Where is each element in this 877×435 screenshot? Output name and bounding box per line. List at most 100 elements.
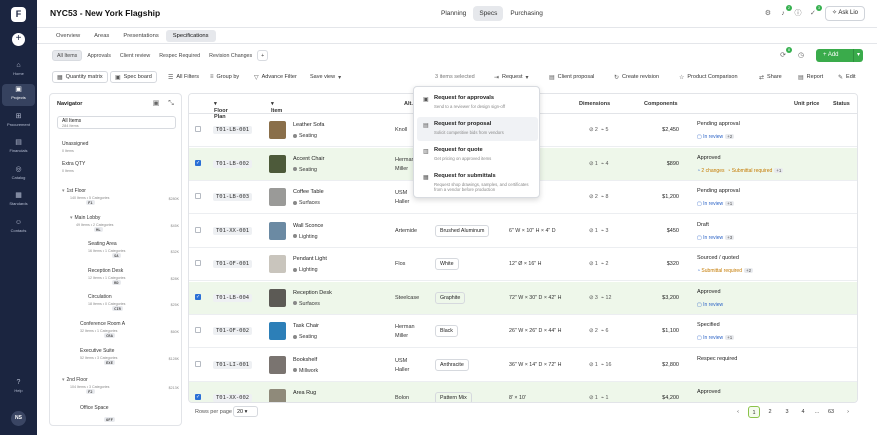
rows-per-page-select[interactable]: 20 ▾ xyxy=(233,406,258,417)
prev-page-icon[interactable]: ‹ xyxy=(732,406,744,418)
bell-icon[interactable]: ♪ 2 xyxy=(777,4,792,20)
group-by-button[interactable]: ≡ Group by xyxy=(210,71,239,83)
item-components[interactable]: ⊘ 2 ⌁ 5 xyxy=(589,127,608,133)
nav-node-circulation[interactable]: CIR Circulation 18 Items • 0 Categories $25… xyxy=(88,294,179,311)
filter-revision-changes[interactable]: Revision Changes xyxy=(205,51,256,62)
nav-node-reception-desk[interactable]: RD Reception Desk 12 Items • 1 Categories $… xyxy=(88,268,179,285)
row-checkbox[interactable] xyxy=(195,226,201,233)
item-components[interactable]: ⊘ 2 ⌁ 8 xyxy=(589,194,608,200)
item-name[interactable]: Leather Sofa xyxy=(293,122,325,128)
request-submittals-item[interactable]: ▦ Request for submittals Request shop draw… xyxy=(417,169,538,196)
table-row[interactable]: T01-XX-001 Wall Sconce Lighting Artemide Bru… xyxy=(189,215,857,248)
page-63[interactable]: 63 xyxy=(825,406,837,418)
item-code[interactable]: T01-XX-001 xyxy=(213,226,253,235)
client-proposal-button[interactable]: ▤ Client proposal xyxy=(549,71,594,83)
nav-contacts[interactable]: ☺ Contacts xyxy=(2,217,35,239)
item-name[interactable]: Bookshelf xyxy=(293,357,317,363)
nav-node-office-space[interactable]: OFF Office Space xyxy=(80,405,115,422)
status-badge[interactable]: Specified xyxy=(697,322,720,328)
nav-node-conference-room-a[interactable]: CRA Conference Room A 32 Items • 1 Categor… xyxy=(80,321,179,338)
status-badge[interactable]: Approved xyxy=(697,289,721,295)
tasks-icon[interactable]: ✓ 3 xyxy=(807,4,822,20)
sync-icon[interactable]: ⟳ 8 xyxy=(777,47,792,62)
share-button[interactable]: ⇄ Share xyxy=(759,71,782,83)
product-comparison-button[interactable]: ☆ Product Comparison xyxy=(679,71,738,83)
item-name[interactable]: Wall Sconce xyxy=(293,223,323,229)
tab-specifications[interactable]: Specifications xyxy=(165,30,216,42)
review-pill[interactable]: ▢ In review +1 xyxy=(697,335,735,341)
request-approvals-item[interactable]: ▣ Request for approvals Send to a reviewer… xyxy=(417,91,538,115)
item-finish[interactable]: Brushed Aluminum xyxy=(435,224,490,237)
item-name[interactable]: Accent Chair xyxy=(293,156,325,162)
row-checkbox[interactable] xyxy=(195,327,201,333)
panel-icon[interactable]: ▣ xyxy=(150,98,162,110)
item-code[interactable]: T01-OF-001 xyxy=(213,260,253,268)
col-components[interactable]: Components xyxy=(644,101,678,107)
status-badge[interactable]: Approved xyxy=(697,389,721,395)
col-unit-price[interactable]: Unit price xyxy=(794,101,819,107)
nav-standards[interactable]: ▦ Standards xyxy=(2,190,35,212)
row-checkbox[interactable] xyxy=(195,193,201,199)
save-view-button[interactable]: Save view ▾ xyxy=(310,71,344,83)
review-pill[interactable]: ▢ In review +3 xyxy=(697,234,735,241)
advance-filter-button[interactable]: ▽ Advance Filter xyxy=(254,71,297,83)
add-filter-tab-button[interactable]: + xyxy=(257,50,269,61)
item-code[interactable]: T01-OF-002 xyxy=(213,327,253,335)
sliders-icon[interactable]: ⚙ xyxy=(762,8,774,20)
row-checkbox[interactable] xyxy=(195,260,201,266)
row-checkbox[interactable] xyxy=(195,293,201,300)
nav-projects[interactable]: ▣ Projects xyxy=(2,84,35,106)
item-components[interactable]: ⊘ 1 ⌁ 3 xyxy=(589,228,608,234)
item-code[interactable]: T01-XX-002 xyxy=(213,394,253,402)
report-button[interactable]: ▤ Report xyxy=(798,71,823,83)
col-item[interactable]: Item ▾ xyxy=(271,101,282,114)
item-code[interactable]: T01-LI-001 xyxy=(213,360,253,369)
item-code[interactable]: T01-LB-001 xyxy=(213,126,253,134)
col-dimensions[interactable]: Dimensions xyxy=(579,101,610,107)
item-finish[interactable]: Black xyxy=(435,325,458,337)
request-proposal-item[interactable]: ▤ Request for proposal Solicit competitive… xyxy=(417,117,538,141)
row-checkbox[interactable] xyxy=(195,126,201,132)
status-badge[interactable]: Pending approval xyxy=(697,121,740,127)
all-filters-button[interactable]: ☰ All Filters xyxy=(168,71,199,83)
page-3[interactable]: 3 xyxy=(781,406,793,418)
nav-catalog[interactable]: ◎ Catalog xyxy=(2,164,35,186)
status-badge[interactable]: Sourced / quoted xyxy=(697,255,739,261)
quantity-matrix-button[interactable]: ▦ Quantity matrix xyxy=(52,71,108,83)
review-pill[interactable]: ▢ In review +1 xyxy=(697,201,735,207)
item-components[interactable]: ⊘ 1 ⌁ 4 xyxy=(589,161,608,167)
page-2[interactable]: 2 xyxy=(764,406,776,418)
status-badge[interactable]: Approved xyxy=(697,155,721,161)
item-code[interactable]: T01-LB-002 xyxy=(213,159,253,168)
create-revision-button[interactable]: ↻ Create revision xyxy=(614,71,659,83)
item-name[interactable]: Task Chair xyxy=(293,323,319,329)
tab-presentations[interactable]: Presentations xyxy=(116,30,165,42)
filter-client-review[interactable]: Client review xyxy=(116,51,154,62)
item-finish[interactable]: White xyxy=(435,258,459,270)
item-components[interactable]: ⊘ 2 ⌁ 6 xyxy=(589,328,608,334)
item-finish[interactable]: Pattern Mix xyxy=(435,392,472,402)
item-components[interactable]: ⊘ 1 ⌁ 16 xyxy=(589,362,611,368)
create-icon[interactable]: + xyxy=(12,33,25,46)
filter-all-items[interactable]: All Items xyxy=(52,50,83,61)
tab-purchasing[interactable]: Purchasing xyxy=(504,6,549,21)
item-name[interactable]: Coffee Table xyxy=(293,189,324,195)
spec-board-button[interactable]: ▣ Spec board xyxy=(110,71,157,83)
item-finish[interactable]: Graphite xyxy=(435,291,466,304)
review-pill[interactable]: ◔ 2 changes ◔ Submittal required +1 xyxy=(697,167,784,174)
nav-all-items[interactable]: All Items 284 Items xyxy=(57,116,176,129)
nav-home[interactable]: ⌂ Home xyxy=(2,60,35,82)
col-alt[interactable]: Alt. xyxy=(404,101,413,107)
item-code[interactable]: T01-LB-003 xyxy=(213,193,253,201)
history-icon[interactable]: ◷ xyxy=(795,50,807,62)
filter-approvals[interactable]: Approvals xyxy=(83,51,115,62)
nav-node-executive-suite[interactable]: EXE Executive Suite 52 Items • 3 Categorie… xyxy=(80,348,179,365)
add-button[interactable]: + Add ▾ xyxy=(816,49,863,62)
tab-overview[interactable]: Overview xyxy=(49,30,87,42)
table-row[interactable]: T01-LB-004 Reception Desk Surfaces Steelcas… xyxy=(189,281,857,315)
collapse-icon[interactable]: ⤡ xyxy=(165,98,177,110)
app-logo[interactable]: F xyxy=(11,7,26,22)
table-row[interactable]: T01-OF-001 Pendant Light Lighting Flos White… xyxy=(189,248,857,281)
item-finish[interactable]: Anthracite xyxy=(435,358,469,371)
col-floor-plan[interactable]: Floor Plan ▾ xyxy=(214,101,228,120)
